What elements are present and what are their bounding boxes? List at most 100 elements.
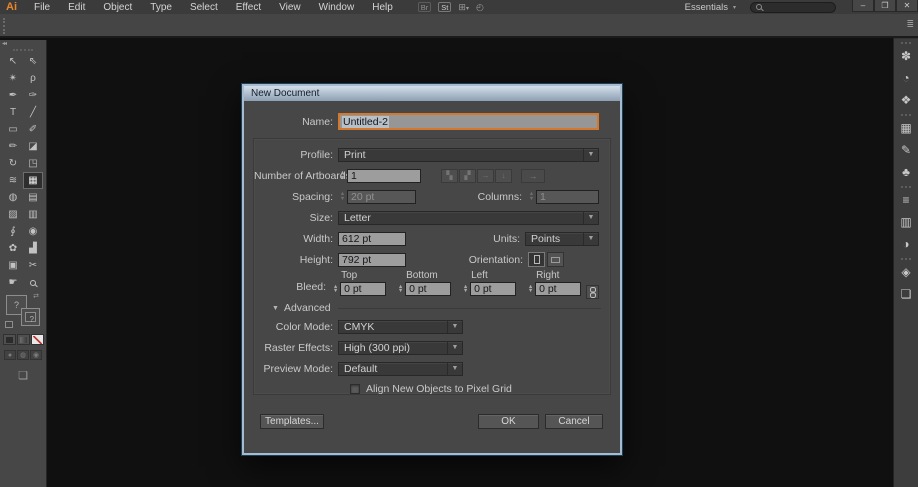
pencil-tool[interactable]: ✏ [3,138,23,155]
lasso-tool[interactable]: ρ [23,70,43,87]
type-tool[interactable]: T [3,104,23,121]
menu-file[interactable]: File [25,2,59,13]
menu-type[interactable]: Type [141,2,181,13]
workspace-switcher[interactable]: Essentials ▾ [685,2,736,13]
color-guide-panel-icon[interactable]: ◔ [894,67,918,89]
width-input[interactable]: 612 pt [338,232,406,246]
swatches-panel-icon[interactable]: ▦ [894,117,918,139]
control-bar-grip[interactable] [3,18,5,34]
align-pixel-grid-checkbox[interactable] [350,384,360,394]
anchor-point-tool[interactable]: ✑ [23,87,43,104]
symbol-sprayer-tool[interactable]: ✿ [3,240,23,257]
templates-button[interactable]: Templates... [260,414,324,429]
column-graph-tool[interactable]: ▟ [23,240,43,257]
menu-effect[interactable]: Effect [227,2,270,13]
grid-by-row-icon[interactable]: ▚ [441,169,458,183]
gradient-button[interactable] [17,334,30,345]
bleed-link-icon[interactable] [586,285,599,299]
menu-object[interactable]: Object [94,2,141,13]
bleed-left-input[interactable]: 0 pt [470,282,516,296]
preview-mode-select[interactable]: Default ▼ [338,362,463,376]
bleed-top-input[interactable]: 0 pt [340,282,386,296]
symbols-panel-icon[interactable]: ♣ [894,161,918,183]
profile-select[interactable]: Print ▼ [338,148,599,162]
artboards-stepper[interactable]: ▲▼ [338,171,347,180]
swap-fill-stroke-icon[interactable]: ⇄ [33,292,39,300]
panel-group-grip[interactable] [901,186,911,188]
height-input[interactable]: 792 pt [338,253,406,267]
search-input[interactable] [750,2,836,13]
raster-effects-select[interactable]: High (300 ppi) ▼ [338,341,463,355]
tools-collapse-icon[interactable]: ◂◂ [0,40,46,48]
artboards-input[interactable]: 1 [347,169,421,183]
pen-tool[interactable]: ✒ [3,87,23,104]
stroke-color-proxy[interactable]: ? [21,308,40,326]
zoom-tool[interactable] [23,274,43,291]
ok-button[interactable]: OK [478,414,539,429]
orientation-landscape-button[interactable] [547,252,564,267]
color-themes-panel-icon[interactable]: ❖ [894,89,918,111]
arrange-documents-icon[interactable]: ⊞▾ [458,2,469,13]
minimize-button[interactable]: – [852,0,874,12]
columns-input[interactable]: 1 [536,190,599,204]
cs-live-icon[interactable]: ◴ [476,2,484,13]
bleed-top-stepper[interactable]: ▲▼ [331,285,340,294]
line-segment-tool[interactable]: ╱ [23,104,43,121]
paintbrush-tool[interactable]: ✐ [23,121,43,138]
color-panel-icon[interactable]: ✽ [894,45,918,67]
close-button[interactable]: ✕ [896,0,918,12]
size-select[interactable]: Letter ▼ [338,211,599,225]
transparency-panel-icon[interactable]: ◑ [894,233,918,255]
advanced-toggle[interactable]: ▼ Advanced [254,300,610,316]
layers-panel-icon[interactable]: ◈ [894,261,918,283]
menu-select[interactable]: Select [181,2,227,13]
name-input[interactable]: Untitled-2 [338,113,599,130]
color-button[interactable] [3,334,16,345]
gradient-tool[interactable]: ▥ [23,206,43,223]
bleed-bottom-stepper[interactable]: ▲▼ [396,285,405,294]
live-paint-bucket-tool[interactable]: ▨ [3,206,23,223]
draw-normal-icon[interactable]: ● [4,350,16,360]
draw-inside-icon[interactable]: ◉ [30,350,42,360]
spacing-stepper[interactable]: ▲▼ [338,192,347,201]
bleed-right-input[interactable]: 0 pt [535,282,581,296]
perspective-grid-tool[interactable]: ▦ [23,172,43,189]
bleed-left-stepper[interactable]: ▲▼ [461,285,470,294]
orientation-portrait-button[interactable] [528,252,545,267]
shape-builder-tool[interactable]: ◍ [3,189,23,206]
bleed-bottom-input[interactable]: 0 pt [405,282,451,296]
width-tool[interactable]: ≋ [3,172,23,189]
tools-panel-grip[interactable] [13,49,33,51]
columns-stepper[interactable]: ▲▼ [527,192,536,201]
scale-tool[interactable]: ◳ [23,155,43,172]
menu-window[interactable]: Window [310,2,364,13]
artboards-panel-icon[interactable]: ❏ [894,283,918,305]
menu-view[interactable]: View [270,2,310,13]
direct-selection-tool[interactable]: ⇖ [23,53,43,70]
default-fill-stroke-icon[interactable] [5,321,13,328]
arrange-by-row-icon[interactable]: → [477,169,494,183]
mesh-tool[interactable]: ▤ [23,189,43,206]
spacing-input[interactable]: 20 pt [347,190,416,204]
blend-tool[interactable]: ◉ [23,223,43,240]
panel-group-grip[interactable] [901,42,911,44]
arrange-direction-button[interactable]: → [521,169,545,183]
restore-button[interactable]: ❐ [874,0,896,12]
bleed-right-stepper[interactable]: ▲▼ [526,285,535,294]
gradient-panel-icon[interactable]: ▥ [894,211,918,233]
stock-button[interactable]: St [438,2,451,12]
rectangle-tool[interactable]: ▭ [3,121,23,138]
menu-help[interactable]: Help [363,2,402,13]
screen-mode-icon[interactable]: ❏ [0,369,46,382]
stroke-panel-icon[interactable]: ≡ [894,189,918,211]
artboard-tool[interactable]: ▣ [3,257,23,274]
dialog-titlebar[interactable]: New Document [244,86,620,101]
menu-edit[interactable]: Edit [59,2,94,13]
draw-behind-icon[interactable]: ◍ [17,350,29,360]
arrange-by-column-icon[interactable]: ↓ [495,169,512,183]
panel-group-grip[interactable] [901,114,911,116]
color-mode-select[interactable]: CMYK ▼ [338,320,463,334]
cancel-button[interactable]: Cancel [545,414,603,429]
bridge-button[interactable]: Br [418,2,432,12]
eyedropper-tool[interactable]: ∮ [3,223,23,240]
